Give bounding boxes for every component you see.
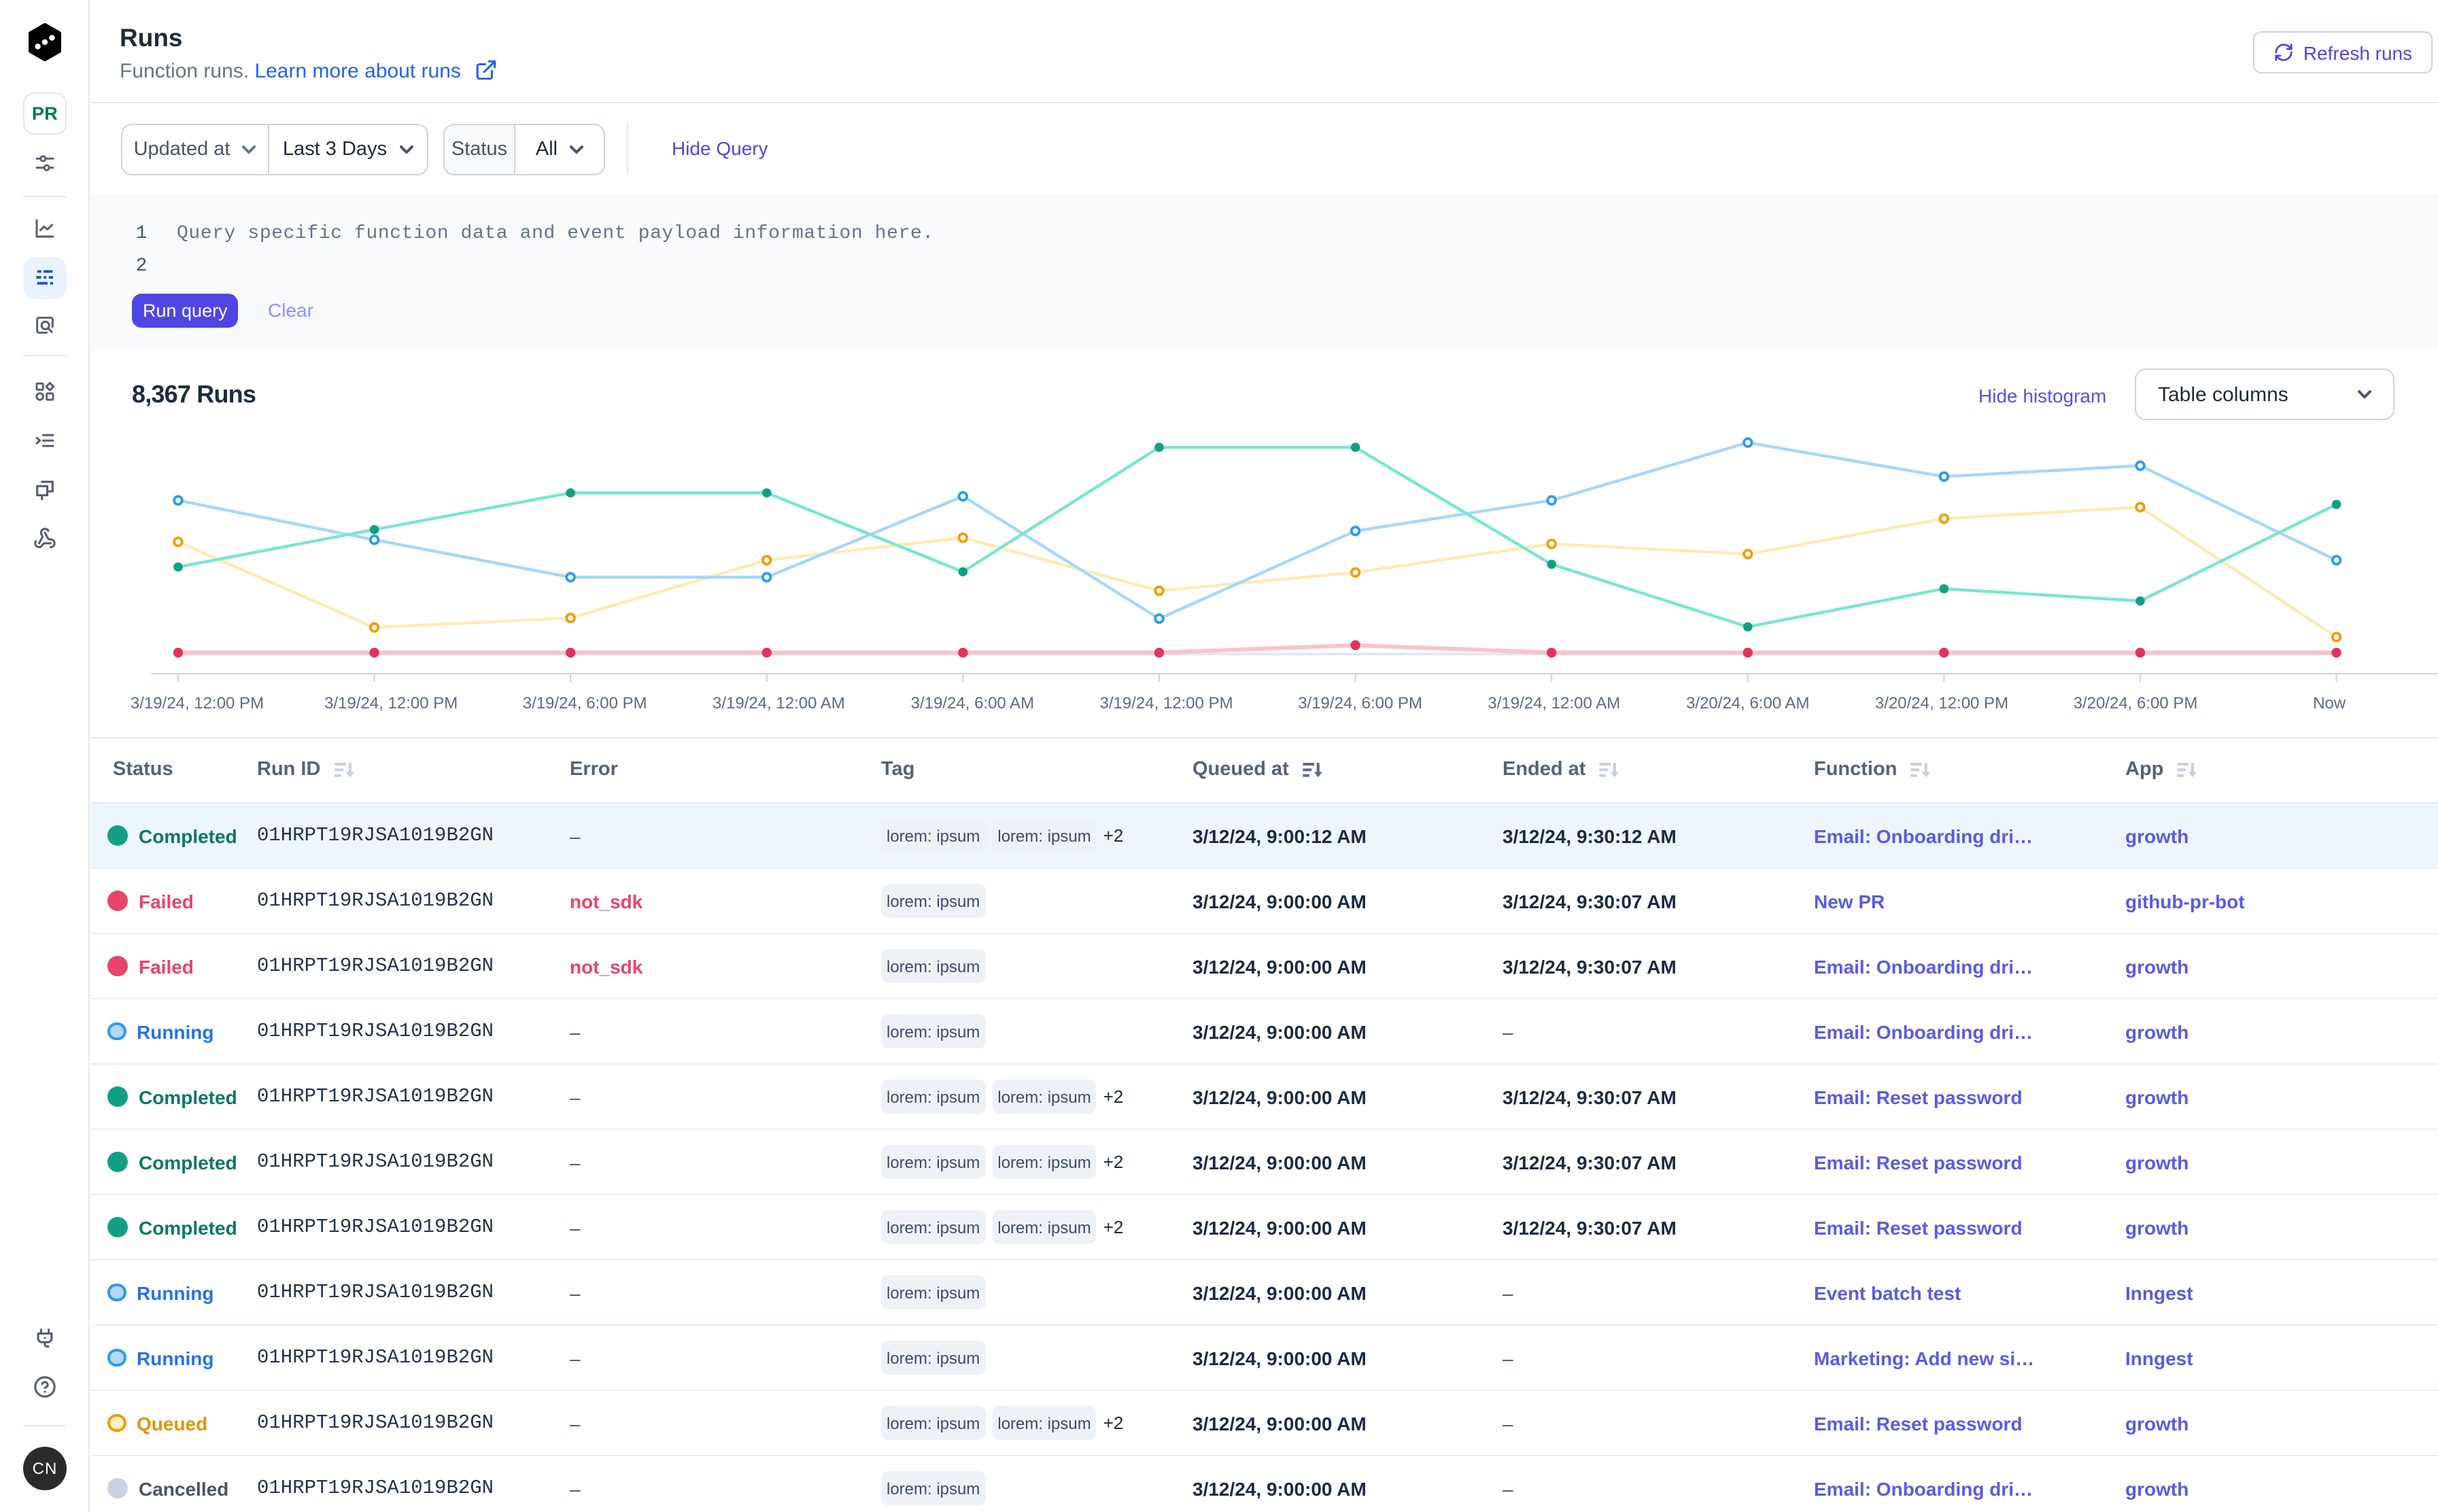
svg-text:3/19/24, 6:00 AM: 3/19/24, 6:00 AM bbox=[911, 694, 1034, 712]
svg-text:3/20/24, 6:00 AM: 3/20/24, 6:00 AM bbox=[1686, 694, 1809, 712]
svg-text:3/19/24, 12:00 AM: 3/19/24, 12:00 AM bbox=[1488, 694, 1620, 712]
svg-text:3/19/24, 12:00 PM: 3/19/24, 12:00 PM bbox=[1100, 694, 1233, 712]
svg-text:3/19/24, 12:00 PM: 3/19/24, 12:00 PM bbox=[131, 694, 264, 712]
svg-text:3/20/24, 6:00 PM: 3/20/24, 6:00 PM bbox=[2074, 694, 2198, 712]
svg-text:3/19/24, 12:00 PM: 3/19/24, 12:00 PM bbox=[324, 694, 458, 712]
svg-text:Now: Now bbox=[2313, 694, 2346, 712]
svg-text:3/20/24, 12:00 PM: 3/20/24, 12:00 PM bbox=[1875, 694, 2008, 712]
svg-text:3/19/24, 6:00 PM: 3/19/24, 6:00 PM bbox=[1298, 694, 1422, 712]
svg-text:3/19/24, 12:00 AM: 3/19/24, 12:00 AM bbox=[712, 694, 845, 712]
svg-text:3/19/24, 6:00 PM: 3/19/24, 6:00 PM bbox=[523, 694, 647, 712]
